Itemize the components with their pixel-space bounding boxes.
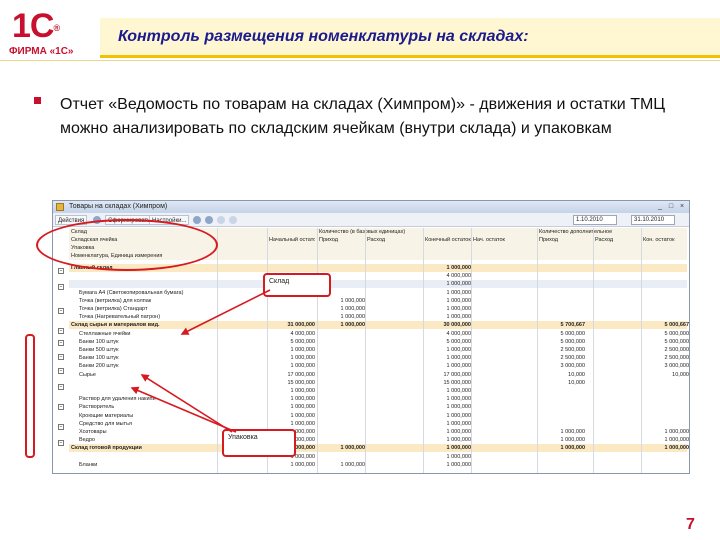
annotation-arrows bbox=[130, 289, 271, 433]
arrow-to-upakovka bbox=[130, 386, 237, 433]
arrow-to-sklad bbox=[180, 289, 271, 335]
arrow-to-upakovka bbox=[140, 374, 233, 433]
slide: 1С® ФИРМА «1С» Контроль размещения номен… bbox=[0, 0, 720, 540]
page-number: 7 bbox=[686, 516, 695, 533]
